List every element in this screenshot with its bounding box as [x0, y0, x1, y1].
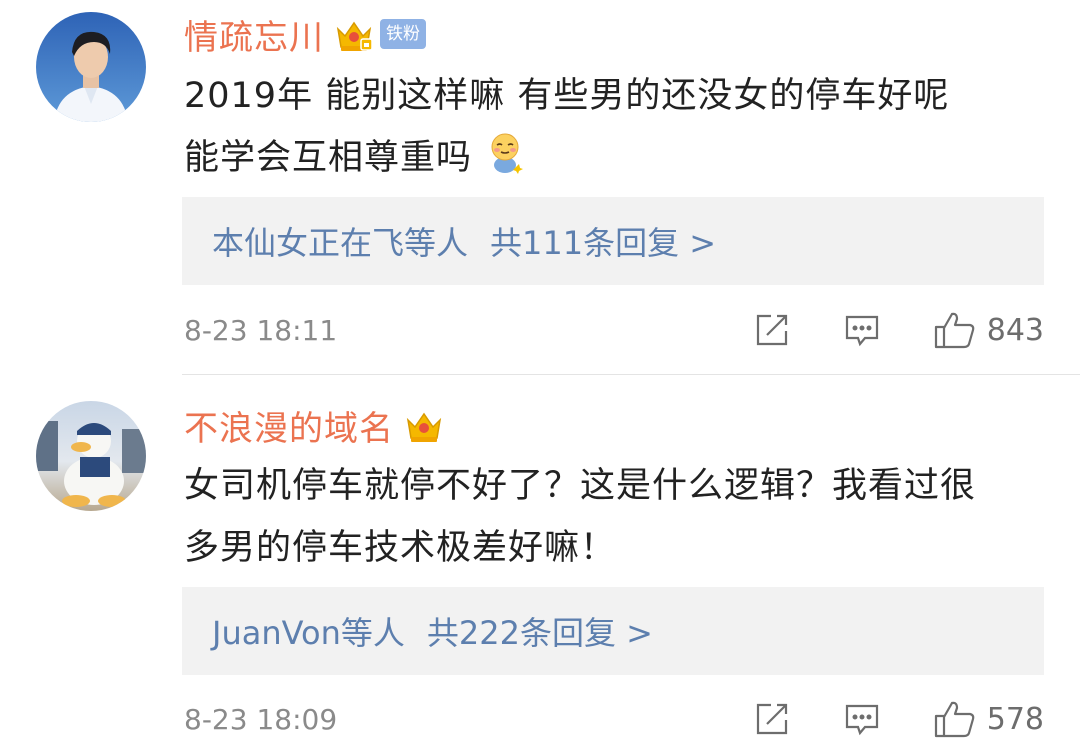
thumbs-up-icon[interactable]	[933, 699, 977, 739]
divider	[182, 374, 1080, 375]
comment-icon[interactable]	[843, 311, 881, 349]
comment-icon[interactable]	[843, 700, 881, 738]
action-bar: 843	[753, 310, 1044, 350]
reply-users: 本仙女正在飞等人	[212, 224, 469, 262]
comment-text-line-2: 能学会互相尊重吗	[184, 138, 473, 178]
comment-meta: 8-23 18:11 843	[184, 308, 1044, 352]
share-icon[interactable]	[753, 700, 791, 738]
comment-text-line: 能学会互相尊重吗	[184, 127, 1044, 189]
like-count: 843	[986, 312, 1044, 348]
username[interactable]: 情疏忘川	[184, 10, 324, 59]
fan-badge[interactable]: 铁粉	[380, 19, 426, 49]
comment-text-line: 2019年 能别这样嘛 有些男的还没女的停车好呢	[184, 76, 950, 116]
reply-total-link[interactable]: 共111条回复 >	[490, 218, 716, 264]
reply-summary[interactable]: JuanVon等人 共222条回复 >	[182, 587, 1044, 675]
reply-summary[interactable]: 本仙女正在飞等人 共111条回复 >	[182, 197, 1044, 285]
timestamp: 8-23 18:09	[184, 702, 338, 736]
thumbs-up-icon[interactable]	[933, 310, 977, 350]
like-button[interactable]: 843	[933, 310, 1044, 350]
avatar[interactable]	[36, 12, 146, 122]
reply-total-link[interactable]: 共222条回复 >	[427, 608, 653, 654]
comment-text: 女司机停车就停不好了？这是什么逻辑？我看过很 多男的停车技术极差好嘛！	[184, 455, 1044, 579]
comment-text: 2019年 能别这样嘛 有些男的还没女的停车好呢 能学会互相尊重吗	[184, 65, 1044, 189]
comment-text-line: 女司机停车就停不好了？这是什么逻辑？我看过很	[184, 466, 977, 506]
avatar[interactable]	[36, 401, 146, 511]
crown-badge-icon[interactable]	[334, 15, 374, 53]
username-row: 不浪漫的域名	[184, 401, 444, 449]
duck-plush-avatar-icon	[36, 401, 146, 511]
like-button[interactable]: 578	[933, 699, 1044, 739]
like-count: 578	[986, 701, 1044, 737]
comment-meta: 8-23 18:09 578	[184, 697, 1044, 741]
reply-users: JuanVon等人	[212, 614, 405, 652]
share-icon[interactable]	[753, 311, 791, 349]
username-row: 情疏忘川 铁粉	[184, 10, 426, 58]
timestamp: 8-23 18:11	[184, 313, 338, 347]
crown-badge-icon[interactable]	[404, 406, 444, 444]
young-man-avatar-icon	[36, 12, 146, 122]
username[interactable]: 不浪漫的域名	[184, 401, 394, 450]
comment-text-line: 多男的停车技术极差好嘛！	[184, 528, 617, 568]
shy-face-emoji-icon	[486, 131, 524, 175]
action-bar: 578	[753, 699, 1044, 739]
